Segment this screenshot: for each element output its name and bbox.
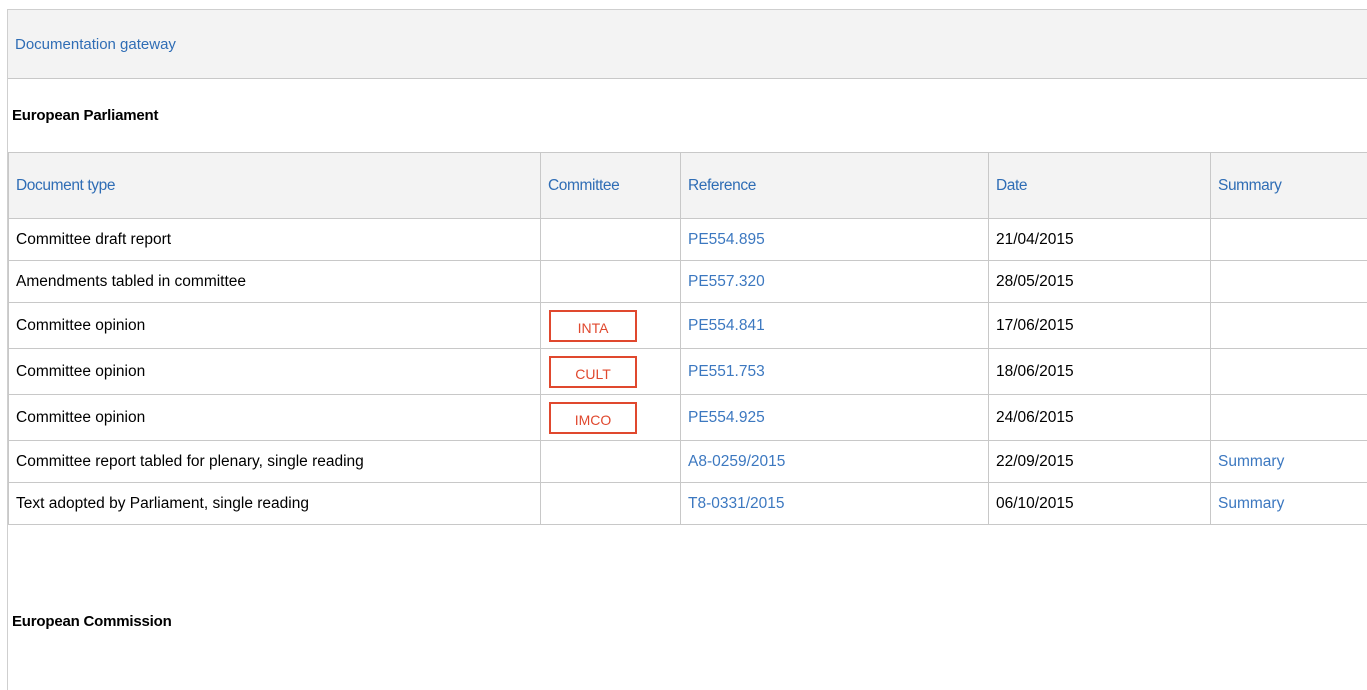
date-cell: 21/04/2015: [989, 219, 1211, 261]
reference-cell: PE557.320: [681, 261, 989, 303]
documentation-gateway-panel: Documentation gateway European Parliamen…: [7, 9, 1367, 690]
reference-link[interactable]: A8-0259/2015: [688, 453, 785, 470]
column-header-date[interactable]: Date: [989, 153, 1211, 219]
table-row: Amendments tabled in committee PE557.320…: [9, 261, 1367, 303]
reference-link[interactable]: PE551.753: [688, 363, 765, 380]
committee-badge[interactable]: CULT: [549, 356, 637, 388]
committee-cell: [541, 441, 681, 483]
date-cell: 22/09/2015: [989, 441, 1211, 483]
summary-cell: [1211, 349, 1367, 395]
reference-cell: T8-0331/2015: [681, 483, 989, 525]
gateway-header: Documentation gateway: [8, 10, 1367, 79]
committee-cell: INTA: [541, 303, 681, 349]
documentation-gateway-link[interactable]: Documentation gateway: [15, 36, 176, 53]
reference-link[interactable]: PE554.841: [688, 317, 765, 334]
document-type-cell: Committee report tabled for plenary, sin…: [9, 441, 541, 483]
document-type-cell: Committee opinion: [9, 349, 541, 395]
summary-link[interactable]: Summary: [1218, 453, 1284, 470]
reference-cell: PE554.895: [681, 219, 989, 261]
table-row: Committee opinion IMCO PE554.925 24/06/2…: [9, 395, 1367, 441]
summary-cell: [1211, 303, 1367, 349]
reference-link[interactable]: PE557.320: [688, 273, 765, 290]
date-cell: 17/06/2015: [989, 303, 1211, 349]
date-cell: 24/06/2015: [989, 395, 1211, 441]
committee-badge[interactable]: IMCO: [549, 402, 637, 434]
date-cell: 18/06/2015: [989, 349, 1211, 395]
summary-cell: [1211, 219, 1367, 261]
committee-cell: [541, 261, 681, 303]
table-row: Committee opinion INTA PE554.841 17/06/2…: [9, 303, 1367, 349]
column-header-committee[interactable]: Committee: [541, 153, 681, 219]
date-cell: 28/05/2015: [989, 261, 1211, 303]
document-type-cell: Committee opinion: [9, 303, 541, 349]
table-row: Committee draft report PE554.895 21/04/2…: [9, 219, 1367, 261]
committee-cell: [541, 483, 681, 525]
table-header-row: Document type Committee Reference Date S…: [9, 153, 1367, 219]
document-type-cell: Amendments tabled in committee: [9, 261, 541, 303]
table-row: Text adopted by Parliament, single readi…: [9, 483, 1367, 525]
reference-link[interactable]: T8-0331/2015: [688, 495, 785, 512]
document-type-cell: Committee opinion: [9, 395, 541, 441]
column-header-summary[interactable]: Summary: [1211, 153, 1367, 219]
reference-cell: PE551.753: [681, 349, 989, 395]
document-type-cell: Committee draft report: [9, 219, 541, 261]
committee-cell: IMCO: [541, 395, 681, 441]
committee-cell: [541, 219, 681, 261]
committee-badge[interactable]: INTA: [549, 310, 637, 342]
reference-cell: PE554.925: [681, 395, 989, 441]
reference-cell: PE554.841: [681, 303, 989, 349]
table-row: Committee opinion CULT PE551.753 18/06/2…: [9, 349, 1367, 395]
summary-cell: [1211, 261, 1367, 303]
summary-cell: [1211, 395, 1367, 441]
column-header-document-type[interactable]: Document type: [9, 153, 541, 219]
summary-link[interactable]: Summary: [1218, 495, 1284, 512]
column-header-reference[interactable]: Reference: [681, 153, 989, 219]
date-cell: 06/10/2015: [989, 483, 1211, 525]
european-parliament-heading: European Parliament: [8, 79, 1367, 152]
reference-link[interactable]: PE554.895: [688, 231, 765, 248]
summary-cell: Summary: [1211, 483, 1367, 525]
committee-cell: CULT: [541, 349, 681, 395]
ep-documents-table: Document type Committee Reference Date S…: [8, 152, 1367, 525]
document-type-cell: Text adopted by Parliament, single readi…: [9, 483, 541, 525]
summary-cell: Summary: [1211, 441, 1367, 483]
reference-link[interactable]: PE554.925: [688, 409, 765, 426]
table-row: Committee report tabled for plenary, sin…: [9, 441, 1367, 483]
reference-cell: A8-0259/2015: [681, 441, 989, 483]
european-commission-heading: European Commission: [8, 525, 1367, 630]
